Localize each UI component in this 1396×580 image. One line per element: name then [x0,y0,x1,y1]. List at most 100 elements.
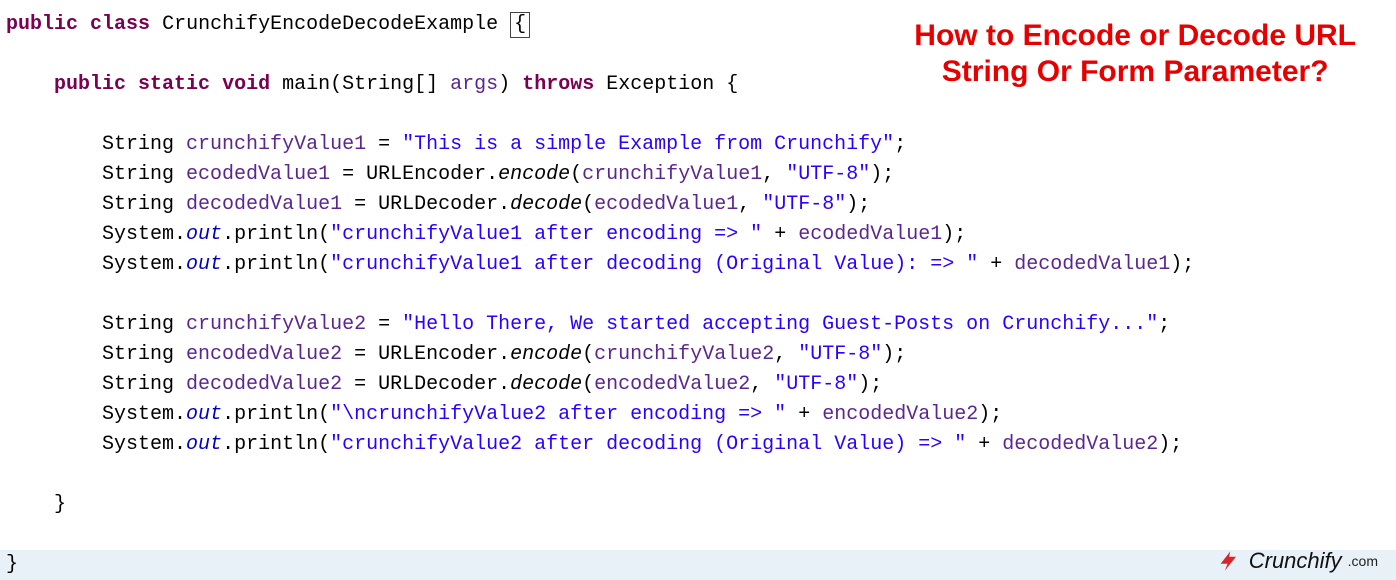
rp: ) [1158,433,1170,456]
title-line1: How to Encode or Decode URL [914,19,1356,52]
lp: ( [330,73,342,96]
eq: = [342,343,378,366]
plus: + [978,253,1014,276]
lp: ( [582,373,594,396]
encode: encode [498,163,570,186]
dot: . [174,403,186,426]
dot: . [222,433,234,456]
kw-public: public [6,13,78,36]
eq: = [330,163,366,186]
out: out [186,253,222,276]
crunchify-logo: Crunchify.com [1215,546,1378,576]
rp: ) [942,223,954,246]
system: System [102,433,174,456]
rp: ) [858,373,870,396]
type-string: String [102,163,174,186]
var-ecodedValue1: ecodedValue1 [798,223,942,246]
urldecoder: URLDecoder [378,373,498,396]
var-decodedValue2: decodedValue2 [186,373,342,396]
plus: + [762,223,798,246]
eq: = [342,373,378,396]
rp: ) [978,403,990,426]
encode: encode [510,343,582,366]
lp: ( [318,403,330,426]
class-name: CrunchifyEncodeDecodeExample [162,13,498,36]
semi: ; [870,373,882,396]
type-string: String [102,373,174,396]
dot: . [222,403,234,426]
plus: + [786,403,822,426]
dot: . [174,433,186,456]
urldecoder: URLDecoder [378,193,498,216]
rp: ) [882,343,894,366]
logo-suffix: .com [1348,546,1378,576]
dot: . [222,253,234,276]
str-p4: "crunchifyValue2 after decoding (Origina… [330,433,966,456]
crunchify-icon [1215,547,1243,575]
dot: . [498,373,510,396]
kw-static: static [138,73,210,96]
out: out [186,223,222,246]
urlencoder: URLEncoder [378,343,498,366]
cbrace: } [54,493,66,516]
kw-public: public [54,73,126,96]
dot: . [174,253,186,276]
comma: , [774,343,798,366]
eq: = [366,313,402,336]
println: println [234,223,318,246]
str-utf8: "UTF-8" [786,163,870,186]
var-crunchifyValue1: crunchifyValue1 [582,163,762,186]
kw-class: class [90,13,150,36]
str-p1: "crunchifyValue1 after encoding => " [330,223,762,246]
str-utf8: "UTF-8" [762,193,846,216]
rp: ) [870,163,882,186]
decode: decode [510,193,582,216]
type-string: String [102,133,174,156]
open-brace-cursor: { [510,12,530,38]
dot: . [486,163,498,186]
type-string: String [102,343,174,366]
lp: ( [318,253,330,276]
var-crunchifyValue1: crunchifyValue1 [186,133,366,156]
dot: . [174,223,186,246]
type-string: String [102,313,174,336]
semi: ; [894,133,906,156]
var-decodedValue1: decodedValue1 [1014,253,1170,276]
args: args [450,73,498,96]
dot: . [498,193,510,216]
comma: , [750,373,774,396]
var-ecodedValue1: ecodedValue1 [594,193,738,216]
plus: + [966,433,1002,456]
println: println [234,253,318,276]
str-p3: "\ncrunchifyValue2 after encoding => " [330,403,786,426]
exception: Exception [606,73,714,96]
var-encodedValue2: encodedValue2 [594,373,750,396]
println: println [234,433,318,456]
logo-text: Crunchify [1249,546,1342,576]
dot: . [498,343,510,366]
str-val1: "This is a simple Example from Crunchify… [402,133,894,156]
lp: ( [318,433,330,456]
var-encodedValue2: encodedValue2 [186,343,342,366]
kw-void: void [222,73,270,96]
lp: ( [570,163,582,186]
str-val2: "Hello There, We started accepting Guest… [402,313,1158,336]
kw-throws: throws [522,73,594,96]
urlencoder: URLEncoder [366,163,486,186]
eq: = [366,133,402,156]
class-close-brace: } [6,553,18,576]
var-decodedValue2: decodedValue2 [1002,433,1158,456]
obrace: { [726,73,738,96]
system: System [102,223,174,246]
lp: ( [582,343,594,366]
semi: ; [1158,313,1170,336]
decode: decode [510,373,582,396]
system: System [102,403,174,426]
var-crunchifyValue2: crunchifyValue2 [594,343,774,366]
println: println [234,403,318,426]
str-utf8: "UTF-8" [798,343,882,366]
semi: ; [1170,433,1182,456]
str-utf8: "UTF-8" [774,373,858,396]
semi: ; [954,223,966,246]
rp: ) [846,193,858,216]
